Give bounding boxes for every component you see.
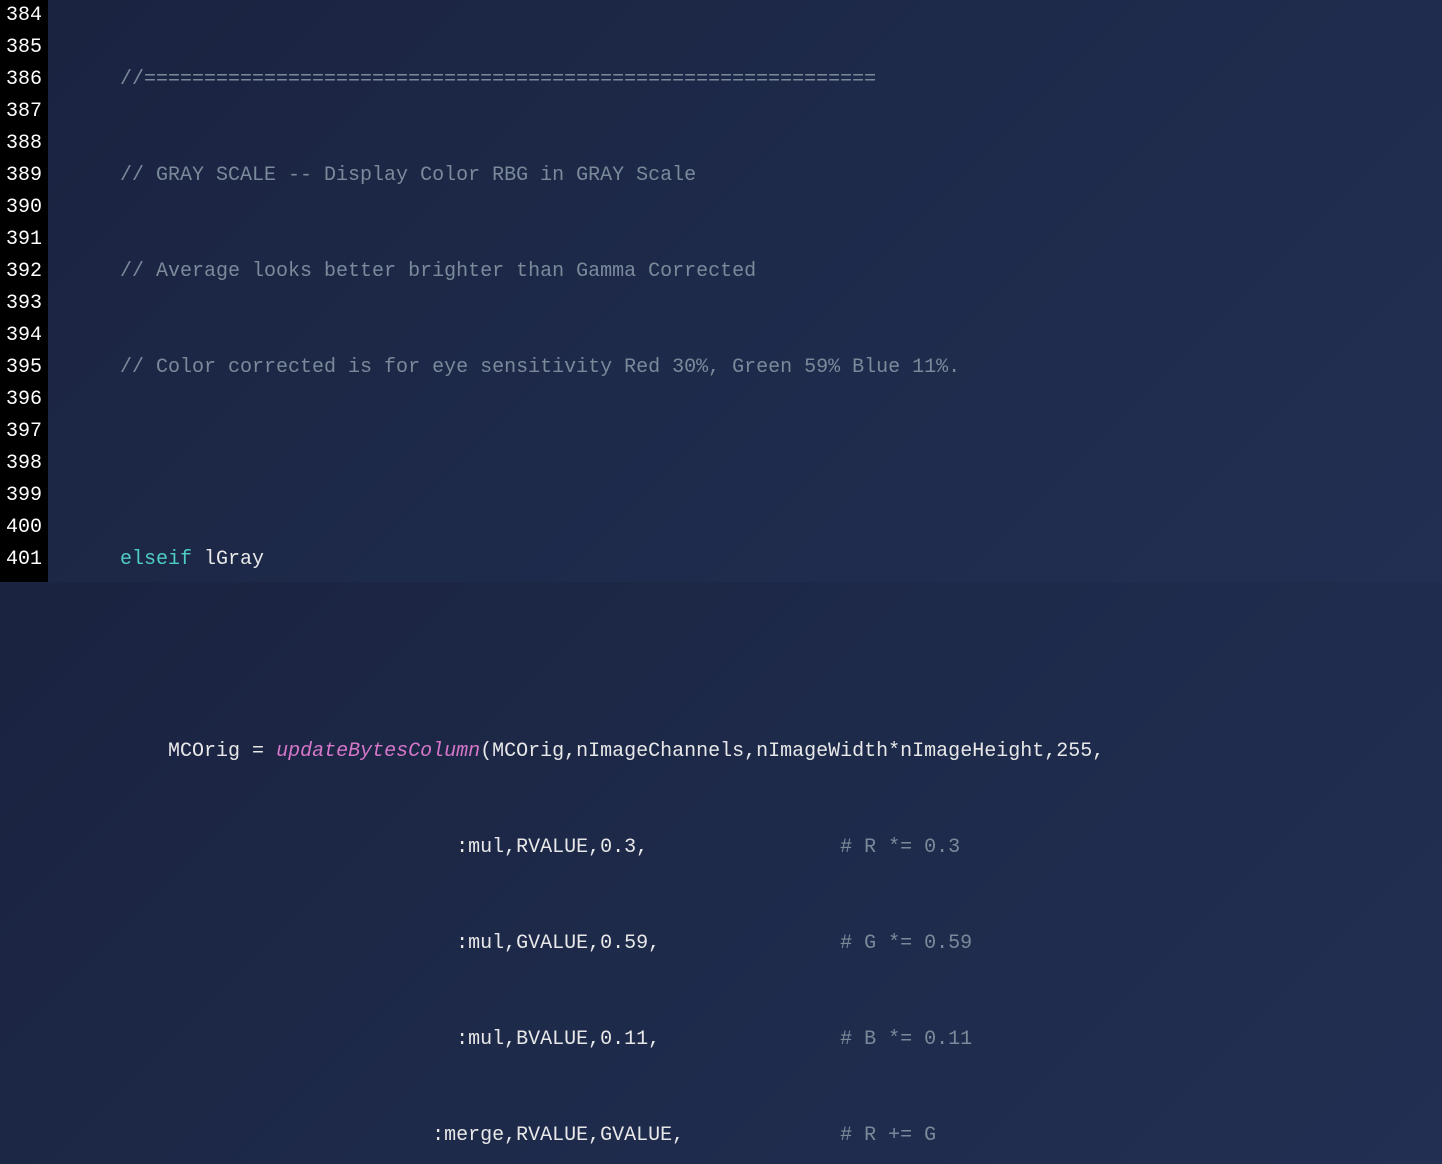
line-number: 388 — [0, 128, 44, 160]
line-number: 399 — [0, 480, 44, 512]
comment-text: # G *= 0.59 — [840, 932, 972, 955]
line-number: 400 — [0, 512, 44, 544]
line-number: 390 — [0, 192, 44, 224]
code-text: :mul,RVALUE,0.3, — [456, 836, 840, 859]
line-number: 395 — [0, 352, 44, 384]
line-number: 389 — [0, 160, 44, 192]
function-name: updateBytesColumn — [276, 740, 480, 763]
line-number: 397 — [0, 416, 44, 448]
code-line[interactable]: // Color corrected is for eye sensitivit… — [48, 352, 1442, 384]
keyword-elseif: elseif — [120, 548, 192, 571]
line-number: 387 — [0, 96, 44, 128]
code-line[interactable]: :mul,GVALUE,0.59, # G *= 0.59 — [48, 928, 1442, 960]
comment-text: // Color corrected is for eye sensitivit… — [120, 356, 960, 379]
code-line[interactable] — [48, 448, 1442, 480]
line-number: 384 — [0, 0, 44, 32]
code-line[interactable]: MCOrig = updateBytesColumn(MCOrig,nImage… — [48, 736, 1442, 768]
line-number: 392 — [0, 256, 44, 288]
code-line[interactable] — [48, 640, 1442, 672]
indent — [48, 260, 120, 283]
line-number: 396 — [0, 384, 44, 416]
line-number: 401 — [0, 544, 44, 576]
line-number: 393 — [0, 288, 44, 320]
comment-text: # R += G — [840, 1124, 936, 1147]
line-number: 391 — [0, 224, 44, 256]
code-line[interactable]: elseif lGray — [48, 544, 1442, 576]
code-line[interactable]: :mul,BVALUE,0.11, # B *= 0.11 — [48, 1024, 1442, 1056]
code-area[interactable]: //======================================… — [48, 0, 1442, 582]
line-number: 398 — [0, 448, 44, 480]
indent — [48, 740, 168, 763]
identifier: lGray — [192, 548, 264, 571]
line-number: 386 — [0, 64, 44, 96]
line-number-gutter: 384 385 386 387 388 389 390 391 392 393 … — [0, 0, 48, 582]
comment-text: # R *= 0.3 — [840, 836, 960, 859]
function-args: (MCOrig,nImageChannels,nImageWidth*nImag… — [480, 740, 1104, 763]
assignment-lhs: MCOrig = — [168, 740, 276, 763]
indent — [48, 164, 120, 187]
indent — [48, 68, 120, 91]
code-line[interactable]: // Average looks better brighter than Ga… — [48, 256, 1442, 288]
code-text: :mul,BVALUE,0.11, — [456, 1028, 840, 1051]
indent — [48, 548, 120, 571]
comment-text: //======================================… — [120, 68, 876, 91]
comment-text: # B *= 0.11 — [840, 1028, 972, 1051]
comment-text: // GRAY SCALE -- Display Color RBG in GR… — [120, 164, 696, 187]
indent — [48, 932, 456, 955]
code-line[interactable]: :mul,RVALUE,0.3, # R *= 0.3 — [48, 832, 1442, 864]
code-editor[interactable]: 384 385 386 387 388 389 390 391 392 393 … — [0, 0, 1442, 582]
code-line[interactable]: // GRAY SCALE -- Display Color RBG in GR… — [48, 160, 1442, 192]
code-text: :mul,GVALUE,0.59, — [456, 932, 840, 955]
code-text: :merge,RVALUE,GVALUE, — [432, 1124, 840, 1147]
code-line[interactable]: //======================================… — [48, 64, 1442, 96]
line-number: 385 — [0, 32, 44, 64]
indent — [48, 1028, 456, 1051]
indent — [48, 836, 456, 859]
code-line[interactable]: :merge,RVALUE,GVALUE, # R += G — [48, 1120, 1442, 1152]
indent — [48, 1124, 432, 1147]
comment-text: // Average looks better brighter than Ga… — [120, 260, 756, 283]
line-number: 394 — [0, 320, 44, 352]
indent — [48, 356, 120, 379]
